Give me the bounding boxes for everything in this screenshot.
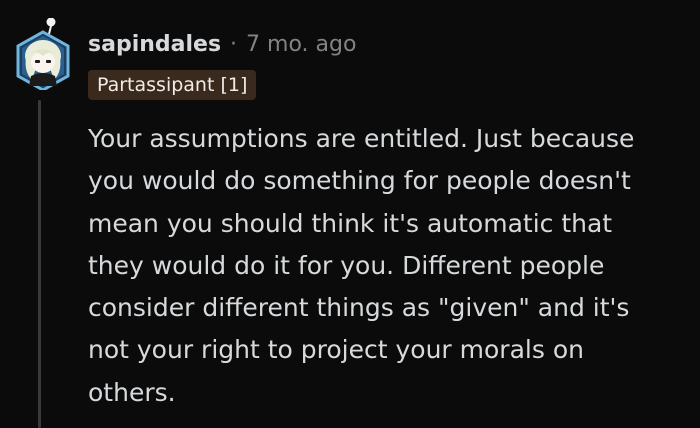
comment: sapindales · 7 mo. ago Partassipant [1] … bbox=[0, 0, 700, 428]
comment-body: Your assumptions are entitled. Just beca… bbox=[88, 118, 688, 414]
comment-text-line: Your assumptions are entitled. Just beca… bbox=[88, 124, 635, 153]
comment-text-line: they would do it for you. Different peop… bbox=[88, 250, 605, 280]
comment-meta: sapindales · 7 mo. ago bbox=[88, 28, 356, 60]
comment-text-line: mean you should think it's automatic tha… bbox=[88, 208, 613, 238]
comment-text-line: others. bbox=[88, 377, 176, 407]
user-flair: Partassipant [1] bbox=[88, 70, 257, 100]
user-avatar[interactable] bbox=[14, 17, 72, 92]
comment-text-line: not your right to project your morals on bbox=[88, 335, 584, 365]
username-link[interactable]: sapindales bbox=[88, 32, 221, 57]
comment-timestamp[interactable]: 7 mo. ago bbox=[246, 32, 356, 57]
thread-collapse-line[interactable] bbox=[38, 100, 41, 428]
snoo-avatar-icon bbox=[16, 17, 70, 92]
comment-text-line: consider different things as "given" and… bbox=[88, 293, 630, 323]
meta-separator: · bbox=[230, 31, 238, 57]
comment-text-line: you would do something for people doesn'… bbox=[88, 166, 631, 196]
